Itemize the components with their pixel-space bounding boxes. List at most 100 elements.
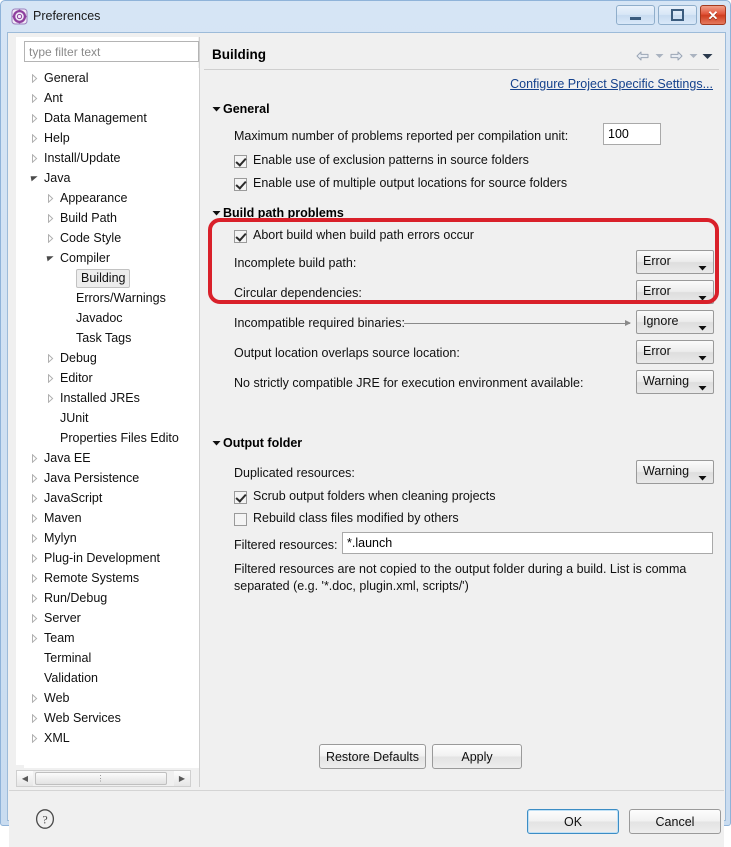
incompatible-required-binaries-combo[interactable]: Ignore	[636, 310, 714, 334]
scrollbar-thumb[interactable]: ⋮	[35, 772, 167, 785]
sidebar-item-general[interactable]: General	[24, 68, 199, 88]
sidebar-item-web[interactable]: Web	[24, 688, 199, 708]
triangle-right-icon[interactable]	[28, 88, 40, 108]
triangle-right-icon[interactable]	[44, 368, 56, 388]
sidebar-item-xml[interactable]: XML	[24, 728, 199, 748]
forward-dropdown-icon[interactable]	[688, 48, 699, 65]
sidebar-item-plug-in-development[interactable]: Plug-in Development	[24, 548, 199, 568]
ok-button[interactable]: OK	[527, 809, 619, 834]
configure-project-specific-settings-link[interactable]: Configure Project Specific Settings...	[510, 77, 713, 91]
sidebar-item-debug[interactable]: Debug	[24, 348, 199, 368]
sidebar-item-properties-files-edito[interactable]: Properties Files Edito	[24, 428, 199, 448]
sidebar-item-label: JavaScript	[44, 491, 103, 505]
scroll-right-icon[interactable]: ▶	[174, 771, 190, 786]
triangle-right-icon[interactable]	[28, 148, 40, 168]
sidebar-item-appearance[interactable]: Appearance	[24, 188, 199, 208]
sidebar-item-terminal[interactable]: Terminal	[24, 648, 199, 668]
chevron-down-icon	[698, 470, 707, 484]
search-input[interactable]	[24, 41, 199, 62]
triangle-right-icon[interactable]	[28, 128, 40, 148]
maximize-button[interactable]	[658, 5, 697, 25]
sidebar-item-help[interactable]: Help	[24, 128, 199, 148]
sidebar-item-build-path[interactable]: Build Path	[24, 208, 199, 228]
circular-dependencies-combo[interactable]: Error	[636, 280, 714, 304]
sidebar-item-mylyn[interactable]: Mylyn	[24, 528, 199, 548]
sidebar-item-java[interactable]: Java	[24, 168, 199, 188]
incomplete-build-path-combo[interactable]: Error	[636, 250, 714, 274]
sidebar-item-building[interactable]: Building	[24, 268, 199, 288]
triangle-right-icon[interactable]	[44, 228, 56, 248]
preferences-tree-panel: General Ant Data Management Help Install/Upd…	[16, 37, 199, 768]
sidebar-item-web-services[interactable]: Web Services	[24, 708, 199, 728]
section-title-output-folder: Output folder	[223, 436, 303, 450]
triangle-right-icon[interactable]	[28, 588, 40, 608]
triangle-right-icon[interactable]	[28, 568, 40, 588]
triangle-right-icon[interactable]	[28, 468, 40, 488]
dialog-footer: ? OK Cancel	[9, 790, 724, 847]
restore-defaults-button[interactable]: Restore Defaults	[319, 744, 426, 769]
sidebar-item-label: Building	[76, 269, 131, 288]
back-dropdown-icon[interactable]	[654, 48, 665, 65]
triangle-right-icon[interactable]	[28, 628, 40, 648]
sidebar-item-install-update[interactable]: Install/Update	[24, 148, 199, 168]
help-icon[interactable]: ?	[34, 808, 56, 830]
sidebar-item-code-style[interactable]: Code Style	[24, 228, 199, 248]
sidebar-item-run-debug[interactable]: Run/Debug	[24, 588, 199, 608]
no-strictly-compatible-jre-combo[interactable]: Warning	[636, 370, 714, 394]
triangle-right-icon[interactable]	[28, 728, 40, 748]
sidebar-item-compiler[interactable]: Compiler	[24, 248, 199, 268]
triangle-right-icon[interactable]	[44, 208, 56, 228]
sidebar-item-ant[interactable]: Ant	[24, 88, 199, 108]
scroll-left-icon[interactable]: ◀	[17, 771, 33, 786]
section-header-build-path-problems[interactable]: Build path problems	[212, 205, 344, 220]
sidebar-item-label: Run/Debug	[44, 591, 108, 605]
sidebar-item-installed-jres[interactable]: Installed JREs	[24, 388, 199, 408]
triangle-down-icon[interactable]	[44, 248, 56, 268]
output-location-overlaps-combo[interactable]: Error	[636, 340, 714, 364]
minimize-button[interactable]	[616, 5, 655, 25]
duplicated-resources-combo[interactable]: Warning	[636, 460, 714, 484]
sidebar-item-team[interactable]: Team	[24, 628, 199, 648]
sidebar-item-data-management[interactable]: Data Management	[24, 108, 199, 128]
sidebar-item-java-ee[interactable]: Java EE	[24, 448, 199, 468]
dialog-client-area: General Ant Data Management Help Install/Upd…	[7, 32, 726, 847]
triangle-right-icon[interactable]	[28, 688, 40, 708]
triangle-right-icon[interactable]	[28, 68, 40, 88]
sidebar-item-errors-warnings[interactable]: Errors/Warnings	[24, 288, 199, 308]
triangle-right-icon[interactable]	[28, 508, 40, 528]
triangle-right-icon[interactable]	[44, 188, 56, 208]
view-menu-icon[interactable]	[702, 48, 713, 65]
triangle-right-icon[interactable]	[28, 548, 40, 568]
triangle-down-icon[interactable]	[28, 168, 40, 188]
triangle-right-icon[interactable]	[28, 708, 40, 728]
sidebar-item-server[interactable]: Server	[24, 608, 199, 628]
filtered-resources-input[interactable]	[342, 532, 713, 554]
section-header-general[interactable]: General	[212, 101, 270, 116]
preferences-tree[interactable]: General Ant Data Management Help Install/Upd…	[24, 68, 199, 768]
sidebar-item-label: Terminal	[44, 651, 92, 665]
sidebar-item-maven[interactable]: Maven	[24, 508, 199, 528]
sidebar-item-javadoc[interactable]: Javadoc	[24, 308, 199, 328]
apply-button[interactable]: Apply	[432, 744, 522, 769]
sidebar-item-junit[interactable]: JUnit	[24, 408, 199, 428]
triangle-right-icon[interactable]	[44, 348, 56, 368]
sidebar-item-remote-systems[interactable]: Remote Systems	[24, 568, 199, 588]
forward-arrow-icon[interactable]	[668, 48, 685, 65]
sidebar-item-javascript[interactable]: JavaScript	[24, 488, 199, 508]
tree-horizontal-scrollbar[interactable]: ◀ ⋮ ▶	[16, 770, 191, 787]
sidebar-item-editor[interactable]: Editor	[24, 368, 199, 388]
triangle-right-icon[interactable]	[44, 388, 56, 408]
max-problems-input[interactable]	[603, 123, 661, 145]
cancel-button[interactable]: Cancel	[629, 809, 721, 834]
triangle-right-icon[interactable]	[28, 528, 40, 548]
sidebar-item-java-persistence[interactable]: Java Persistence	[24, 468, 199, 488]
triangle-right-icon[interactable]	[28, 108, 40, 128]
section-header-output-folder[interactable]: Output folder	[212, 435, 302, 450]
triangle-right-icon[interactable]	[28, 448, 40, 468]
back-arrow-icon[interactable]	[634, 48, 651, 65]
sidebar-item-validation[interactable]: Validation	[24, 668, 199, 688]
triangle-right-icon[interactable]	[28, 488, 40, 508]
close-button[interactable]: ✕	[700, 5, 726, 25]
sidebar-item-task-tags[interactable]: Task Tags	[24, 328, 199, 348]
triangle-right-icon[interactable]	[28, 608, 40, 628]
